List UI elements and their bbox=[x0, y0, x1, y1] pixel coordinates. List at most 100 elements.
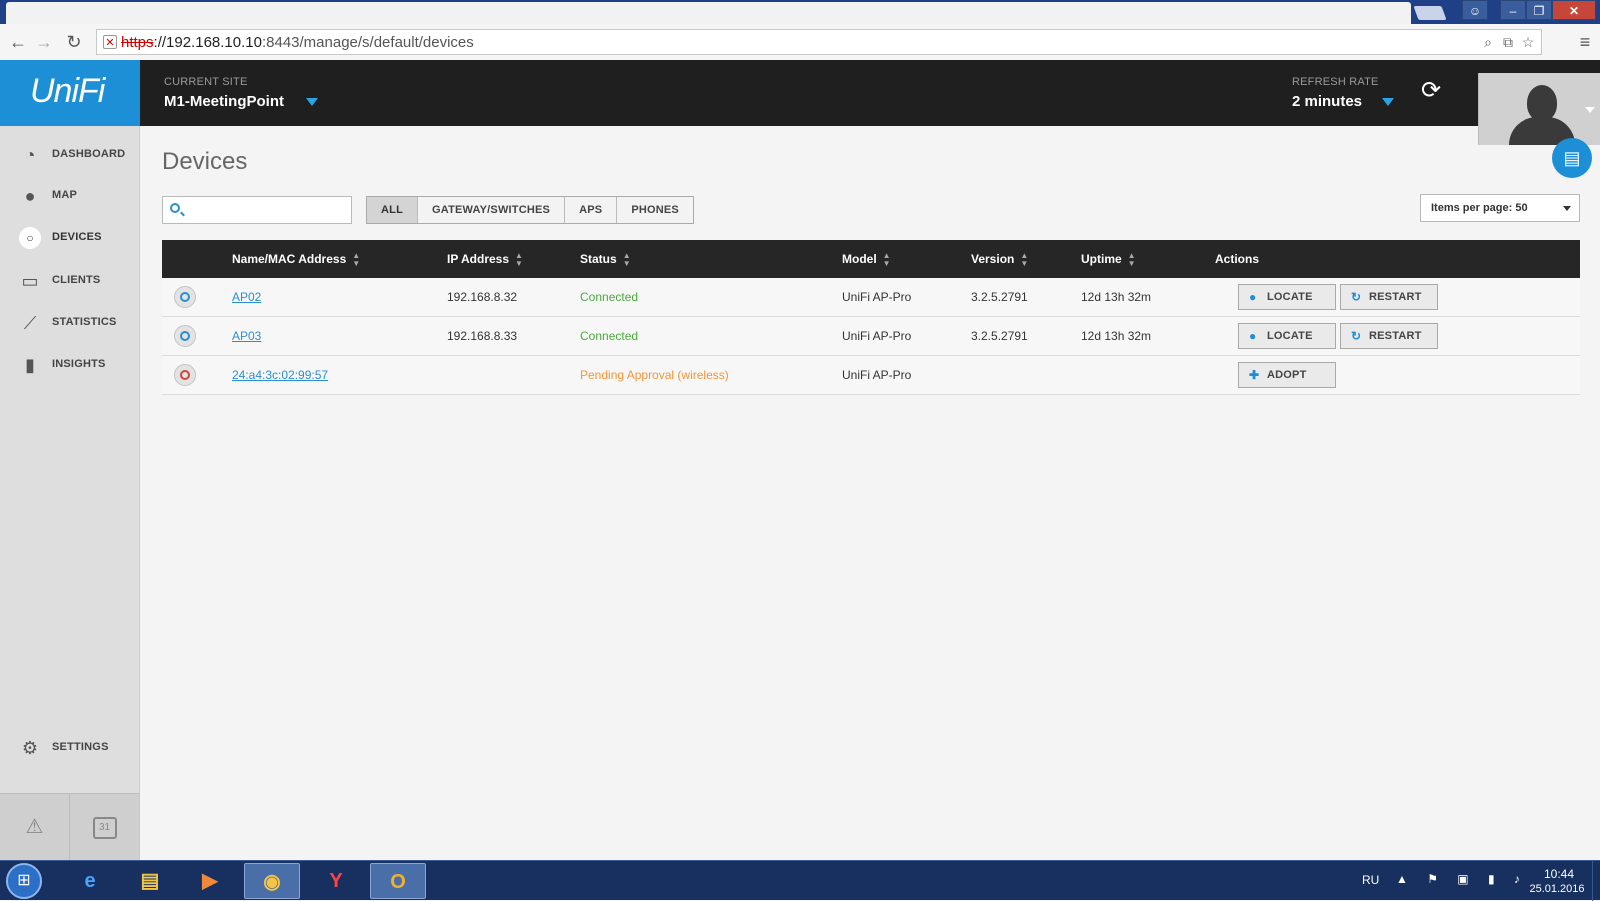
column-header-name[interactable]: Name/MAC Address ▲ ▼ bbox=[232, 252, 360, 268]
sidebar-item-devices[interactable]: ○ DEVICES bbox=[0, 219, 139, 257]
device-link[interactable]: 24:a4:3c:02:99:57 bbox=[232, 368, 328, 382]
filter-aps-button[interactable]: APS bbox=[565, 197, 618, 223]
sidebar-item-label: CLIENTS bbox=[52, 274, 101, 286]
yandex-browser-icon[interactable]: Y bbox=[308, 863, 364, 899]
version-cell: 3.2.5.2791 bbox=[971, 290, 1028, 304]
sort-icon: ▲ ▼ bbox=[1127, 251, 1136, 268]
plus-icon: ✚ bbox=[1249, 368, 1260, 382]
restart-label: RESTART bbox=[1369, 330, 1422, 342]
filter-gateway-switches-button[interactable]: GATEWAY/SWITCHES bbox=[417, 197, 566, 223]
bar-chart-icon: ▮ bbox=[25, 355, 35, 375]
logo-text: UniFi bbox=[30, 72, 105, 110]
clock-time[interactable]: 10:44 bbox=[1534, 867, 1584, 881]
outlook-icon[interactable]: O bbox=[370, 863, 426, 899]
device-link[interactable]: AP03 bbox=[232, 329, 261, 343]
insecure-lock-icon[interactable]: ✕ bbox=[103, 35, 117, 49]
language-indicator[interactable]: RU bbox=[1362, 873, 1379, 887]
model-cell: UniFi AP-Pro bbox=[842, 290, 912, 304]
status-cell: Connected bbox=[580, 329, 639, 343]
bookmark-star-icon[interactable]: ☆ bbox=[1519, 33, 1537, 51]
search-input[interactable] bbox=[162, 196, 352, 224]
page-title: Devices bbox=[162, 148, 248, 175]
alerts-icon[interactable]: ⚠ bbox=[0, 794, 70, 860]
address-bar[interactable]: ✕ https://192.168.10.10:8443/manage/s/de… bbox=[96, 29, 1542, 55]
clock-date[interactable]: 25.01.2016 bbox=[1522, 883, 1592, 895]
sidebar-item-map[interactable]: ● MAP bbox=[0, 177, 139, 215]
locate-label: LOCATE bbox=[1267, 330, 1313, 342]
refresh-rate-dropdown-icon[interactable] bbox=[1382, 98, 1394, 106]
adopt-button[interactable]: ✚ ADOPT bbox=[1238, 362, 1336, 388]
adopt-label: ADOPT bbox=[1267, 369, 1307, 381]
new-tab-button[interactable] bbox=[1413, 6, 1447, 20]
sort-icon: ▲ ▼ bbox=[352, 251, 361, 268]
events-panel-icon[interactable]: ▤ bbox=[1552, 138, 1592, 178]
back-icon[interactable]: ← bbox=[6, 30, 30, 54]
sidebar: ◔ DASHBOARD ● MAP ○ DEVICES ▭ CLIENTS ⟋ … bbox=[0, 126, 140, 860]
restart-button[interactable]: ↻ RESTART bbox=[1340, 323, 1438, 349]
pending-device-icon bbox=[174, 364, 196, 386]
chrome-icon[interactable]: ◉ bbox=[244, 863, 300, 899]
device-link[interactable]: AP02 bbox=[232, 290, 261, 304]
search-field[interactable] bbox=[187, 199, 351, 223]
refresh-rate-value[interactable]: 2 minutes bbox=[1292, 93, 1362, 110]
sidebar-item-dashboard[interactable]: ◔ DASHBOARD bbox=[0, 136, 139, 174]
site-dropdown-icon[interactable] bbox=[306, 98, 318, 106]
filter-all-button[interactable]: ALL bbox=[367, 197, 418, 223]
devices-table: Name/MAC Address ▲ ▼ IP Address ▲ ▼ Status ▲ ▼… bbox=[162, 240, 1580, 395]
sidebar-item-label: DEVICES bbox=[52, 231, 102, 243]
locate-button[interactable]: ● LOCATE bbox=[1238, 284, 1336, 310]
close-button[interactable]: ✕ bbox=[1552, 0, 1596, 20]
tray-icons[interactable]: ▲ ⚑ ▣ ▮ ♪ bbox=[1396, 872, 1528, 886]
start-button[interactable]: ⊞ bbox=[6, 863, 42, 899]
filter-phones-button[interactable]: PHONES bbox=[617, 197, 693, 223]
file-explorer-icon[interactable]: ▤ bbox=[122, 863, 178, 899]
internet-explorer-icon[interactable]: e bbox=[62, 863, 118, 899]
column-header-status[interactable]: Status ▲ ▼ bbox=[580, 252, 631, 268]
browser-menu-icon[interactable]: ≡ bbox=[1576, 32, 1594, 52]
sort-icon: ▲ ▼ bbox=[882, 251, 891, 268]
sort-icon: ▲ ▼ bbox=[515, 251, 523, 268]
uptime-cell: 12d 13h 32m bbox=[1081, 329, 1152, 343]
show-desktop-button[interactable] bbox=[1592, 861, 1600, 901]
sidebar-item-settings[interactable]: ⚙ SETTINGS bbox=[0, 729, 139, 767]
current-site-value[interactable]: M1-MeetingPoint bbox=[164, 93, 284, 110]
forward-icon[interactable]: → bbox=[32, 30, 56, 54]
browser-tabs[interactable] bbox=[6, 2, 1411, 24]
table-header: Name/MAC Address ▲ ▼ IP Address ▲ ▼ Status ▲ ▼… bbox=[162, 240, 1580, 278]
dashboard-icon: ◔ bbox=[24, 145, 36, 165]
column-header-model[interactable]: Model ▲ ▼ bbox=[842, 252, 891, 268]
sidebar-item-statistics[interactable]: ⟋ STATISTICS bbox=[0, 304, 139, 342]
laptop-icon: ▭ bbox=[21, 271, 39, 291]
media-player-icon[interactable]: ▶ bbox=[182, 863, 238, 899]
sidebar-item-label: DASHBOARD bbox=[52, 148, 126, 160]
column-header-uptime[interactable]: Uptime ▲ ▼ bbox=[1081, 252, 1136, 268]
table-row: AP02 192.168.8.32 Connected UniFi AP-Pro… bbox=[162, 278, 1580, 317]
sidebar-item-clients[interactable]: ▭ CLIENTS bbox=[0, 262, 139, 300]
app-header: UniFi CURRENT SITE M1-MeetingPoint REFRE… bbox=[0, 60, 1600, 145]
maximize-button[interactable]: ❐ bbox=[1526, 0, 1552, 20]
sidebar-item-label: SETTINGS bbox=[52, 741, 109, 753]
column-header-version[interactable]: Version ▲ ▼ bbox=[971, 252, 1028, 268]
items-per-page-select[interactable]: Items per page: 50 bbox=[1420, 194, 1580, 222]
status-cell: Pending Approval (wireless) bbox=[580, 368, 729, 382]
url-scheme: https bbox=[121, 34, 154, 51]
restart-label: RESTART bbox=[1369, 291, 1422, 303]
url-host: ://192.168.10.10 bbox=[153, 34, 262, 51]
sidebar-item-label: STATISTICS bbox=[52, 316, 117, 328]
calendar-icon[interactable]: 31 bbox=[70, 794, 139, 860]
profile-icon[interactable]: ☺ bbox=[1462, 0, 1488, 20]
sidebar-item-insights[interactable]: ▮ INSIGHTS bbox=[0, 346, 139, 384]
sidebar-item-label: INSIGHTS bbox=[52, 358, 106, 370]
sort-icon: ▲ ▼ bbox=[622, 251, 631, 268]
restart-button[interactable]: ↻ RESTART bbox=[1340, 284, 1438, 310]
unifi-logo[interactable]: UniFi bbox=[0, 60, 140, 126]
locate-button[interactable]: ● LOCATE bbox=[1238, 323, 1336, 349]
device-name-cell: 24:a4:3c:02:99:57 bbox=[232, 368, 328, 382]
translate-icon[interactable]: ⧉ bbox=[1499, 33, 1517, 51]
reload-icon[interactable]: ↻ bbox=[62, 30, 86, 54]
column-header-ip[interactable]: IP Address ▲ ▼ bbox=[447, 252, 523, 268]
zoom-icon[interactable]: ⌕ bbox=[1479, 33, 1497, 51]
minimize-button[interactable]: – bbox=[1500, 0, 1526, 20]
avatar-dropdown-icon[interactable] bbox=[1585, 107, 1595, 113]
refresh-icon[interactable]: ⟳ bbox=[1418, 78, 1444, 104]
